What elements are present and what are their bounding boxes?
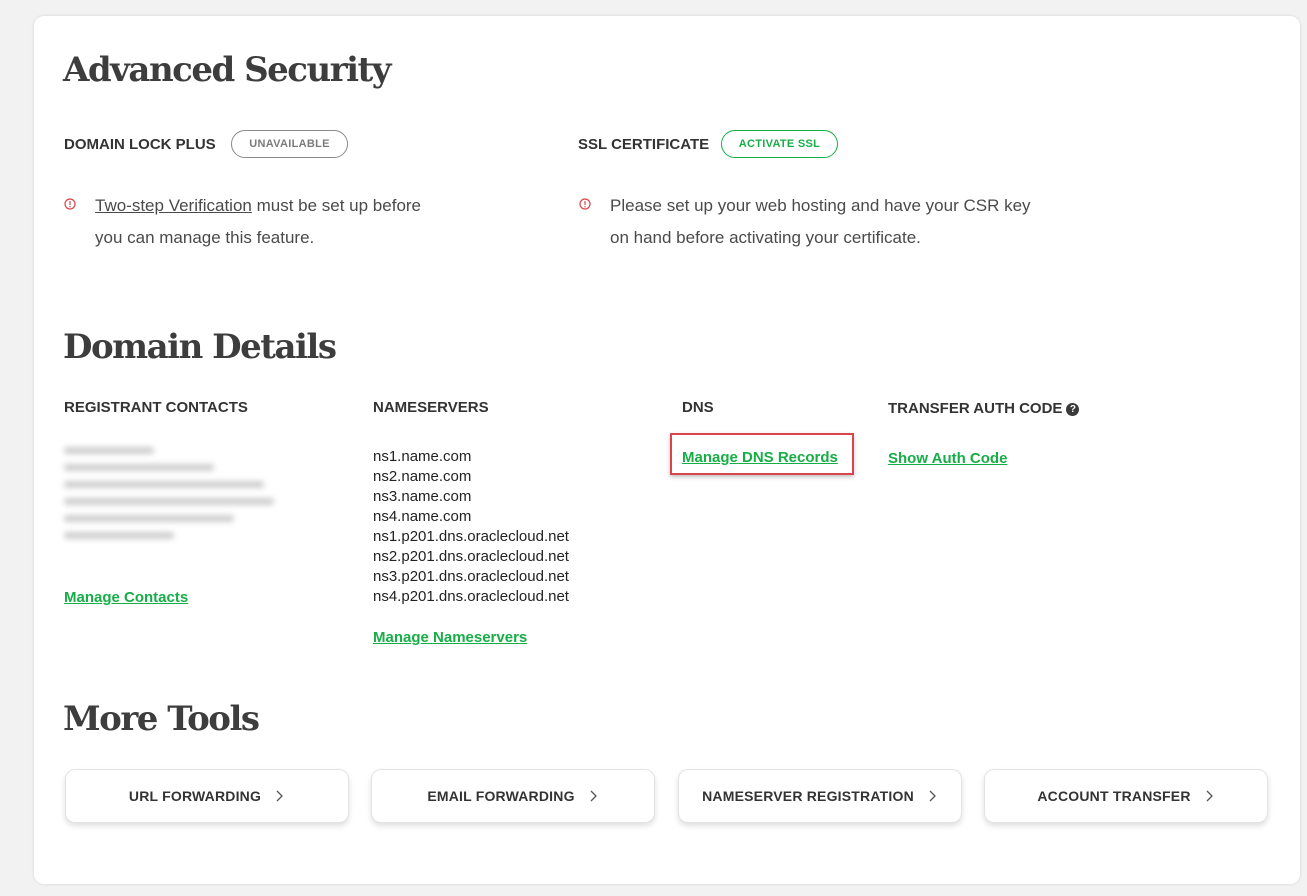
email-forwarding-button[interactable]: EMAIL FORWARDING xyxy=(371,769,655,823)
registrant-contacts-label: REGISTRANT CONTACTS xyxy=(64,399,248,416)
domain-lock-notice-line2: you can manage this feature. xyxy=(95,228,315,247)
chevron-right-icon xyxy=(590,790,597,802)
chevron-right-icon xyxy=(276,790,283,802)
email-forwarding-label: EMAIL FORWARDING xyxy=(427,788,575,804)
nameserver-list: ns1.name.com ns2.name.com ns3.name.com n… xyxy=(373,447,569,607)
domain-lock-notice-line1: must be set up before xyxy=(251,196,422,215)
activate-ssl-button[interactable]: ACTIVATE SSL xyxy=(721,130,838,158)
ssl-certificate-label: SSL CERTIFICATE xyxy=(578,136,710,153)
chevron-right-icon xyxy=(929,790,936,802)
alert-circle-icon xyxy=(64,198,76,210)
transfer-auth-code-text: TRANSFER AUTH CODE xyxy=(888,400,1063,417)
nameserver-item: ns1.name.com xyxy=(373,448,472,465)
show-auth-code-link[interactable]: Show Auth Code xyxy=(888,451,1007,466)
question-circle-icon[interactable]: ? xyxy=(1066,403,1080,416)
nameserver-item: ns1.p201.dns.oraclecloud.net xyxy=(373,528,569,545)
nameserver-registration-button[interactable]: NAMESERVER REGISTRATION xyxy=(678,769,962,823)
nameserver-item: ns4.p201.dns.oraclecloud.net xyxy=(373,588,569,605)
account-transfer-button[interactable]: ACCOUNT TRANSFER xyxy=(984,769,1268,823)
ssl-notice-line2: on hand before activating your certifica… xyxy=(610,228,921,247)
nameservers-label: NAMESERVERS xyxy=(373,399,489,416)
domain-lock-notice: Two-step Verification must be set up bef… xyxy=(64,190,484,254)
nameserver-item: ns3.p201.dns.oraclecloud.net xyxy=(373,568,569,585)
redacted-contact-info xyxy=(64,447,284,559)
manage-dns-records-link[interactable]: Manage DNS Records xyxy=(682,450,838,465)
manage-contacts-link[interactable]: Manage Contacts xyxy=(64,590,188,605)
nameserver-item: ns2.name.com xyxy=(373,468,472,485)
account-transfer-label: ACCOUNT TRANSFER xyxy=(1037,788,1191,804)
domain-lock-label: DOMAIN LOCK PLUS xyxy=(64,136,216,153)
chevron-right-icon xyxy=(1206,790,1213,802)
url-forwarding-button[interactable]: URL FORWARDING xyxy=(65,769,349,823)
dns-label: DNS xyxy=(682,399,714,416)
advanced-security-title: Advanced Security xyxy=(63,50,392,90)
nameserver-item: ns4.name.com xyxy=(373,508,472,525)
alert-circle-icon xyxy=(579,198,591,210)
nameserver-item: ns3.name.com xyxy=(373,488,472,505)
domain-details-title: Domain Details xyxy=(63,327,337,367)
domain-lock-status-badge: UNAVAILABLE xyxy=(231,130,348,158)
ssl-notice: Please set up your web hosting and have … xyxy=(579,190,1079,254)
manage-nameservers-link[interactable]: Manage Nameservers xyxy=(373,630,527,645)
nameserver-item: ns2.p201.dns.oraclecloud.net xyxy=(373,548,569,565)
ssl-notice-line1: Please set up your web hosting and have … xyxy=(610,196,1031,215)
more-tools-title: More Tools xyxy=(63,699,260,739)
two-step-verification-link[interactable]: Two-step Verification xyxy=(95,196,252,215)
transfer-auth-code-label: TRANSFER AUTH CODE? xyxy=(888,400,1080,417)
url-forwarding-label: URL FORWARDING xyxy=(128,788,262,804)
nameserver-registration-label: NAMESERVER REGISTRATION xyxy=(702,788,914,804)
